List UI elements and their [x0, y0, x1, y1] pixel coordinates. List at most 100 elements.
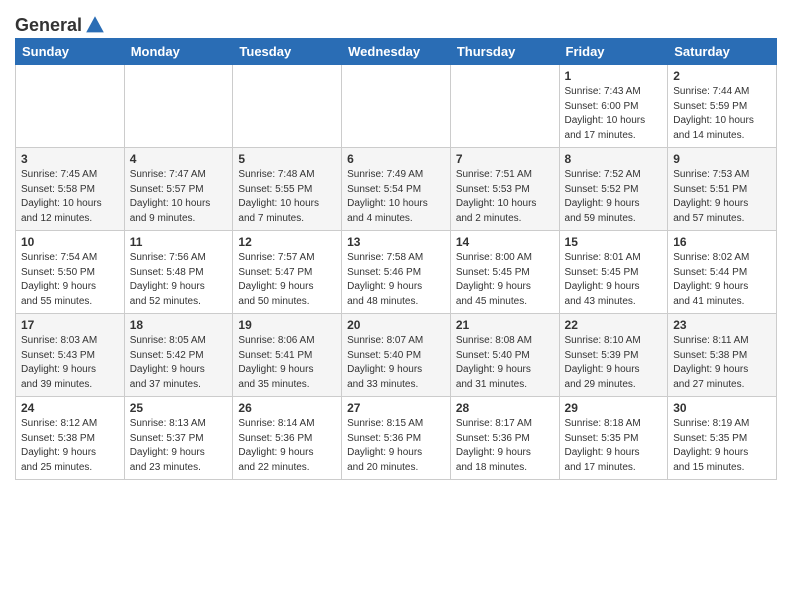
calendar-header-saturday: Saturday: [668, 39, 777, 65]
logo: General: [15, 14, 106, 32]
day-number: 24: [21, 401, 119, 415]
day-info: Sunrise: 7:44 AM Sunset: 5:59 PM Dayligh…: [673, 85, 771, 143]
day-info: Sunrise: 8:02 AM Sunset: 5:44 PM Dayligh…: [673, 251, 771, 309]
day-info: Sunrise: 7:51 AM Sunset: 5:53 PM Dayligh…: [456, 168, 554, 226]
header: General: [15, 10, 777, 32]
calendar-week-row: 17 Sunrise: 8:03 AM Sunset: 5:43 PM Dayli…: [16, 314, 777, 397]
calendar-cell: [233, 65, 342, 148]
day-number: 25: [130, 401, 228, 415]
day-number: 1: [565, 69, 663, 83]
day-number: 26: [238, 401, 336, 415]
calendar-cell: 24Sunrise: 8:12 AM Sunset: 5:38 PM Dayli…: [16, 397, 125, 480]
day-info: Sunrise: 8:18 AM Sunset: 5:35 PM Dayligh…: [565, 417, 663, 475]
day-info: Sunrise: 8:10 AM Sunset: 5:39 PM Dayligh…: [565, 334, 663, 392]
day-info: Sunrise: 8:19 AM Sunset: 5:35 PM Dayligh…: [673, 417, 771, 475]
calendar-header-sunday: Sunday: [16, 39, 125, 65]
day-info: Sunrise: 8:01 AM Sunset: 5:45 PM Dayligh…: [565, 251, 663, 309]
calendar-cell: 15 Sunrise: 8:01 AM Sunset: 5:45 PM Dayli…: [559, 231, 668, 314]
calendar-cell: 30 Sunrise: 8:19 AM Sunset: 5:35 PM Dayli…: [668, 397, 777, 480]
day-info: Sunrise: 8:03 AM Sunset: 5:43 PM Dayligh…: [21, 334, 119, 392]
calendar-header-thursday: Thursday: [450, 39, 559, 65]
calendar-header-friday: Friday: [559, 39, 668, 65]
calendar-cell: 6 Sunrise: 7:49 AM Sunset: 5:54 PM Daylig…: [342, 148, 451, 231]
calendar-cell: 20 Sunrise: 8:07 AM Sunset: 5:40 PM Dayli…: [342, 314, 451, 397]
day-info: Sunrise: 7:54 AM Sunset: 5:50 PM Dayligh…: [21, 251, 119, 309]
day-info: Sunrise: 8:07 AM Sunset: 5:40 PM Dayligh…: [347, 334, 445, 392]
day-number: 12: [238, 235, 336, 249]
logo-icon: [84, 14, 106, 36]
day-number: 9: [673, 152, 771, 166]
day-info: Sunrise: 8:08 AM Sunset: 5:40 PM Dayligh…: [456, 334, 554, 392]
day-info: Sunrise: 7:45 AM Sunset: 5:58 PM Dayligh…: [21, 168, 119, 226]
day-info: Sunrise: 7:56 AM Sunset: 5:48 PM Dayligh…: [130, 251, 228, 309]
day-info: Sunrise: 7:47 AM Sunset: 5:57 PM Dayligh…: [130, 168, 228, 226]
day-number: 8: [565, 152, 663, 166]
calendar-cell: 3 Sunrise: 7:45 AM Sunset: 5:58 PM Daylig…: [16, 148, 125, 231]
calendar-cell: 8 Sunrise: 7:52 AM Sunset: 5:52 PM Daylig…: [559, 148, 668, 231]
day-number: 23: [673, 318, 771, 332]
logo-general-text: General: [15, 15, 82, 36]
calendar-cell: 14Sunrise: 8:00 AM Sunset: 5:45 PM Dayli…: [450, 231, 559, 314]
day-number: 10: [21, 235, 119, 249]
day-info: Sunrise: 8:15 AM Sunset: 5:36 PM Dayligh…: [347, 417, 445, 475]
calendar-cell: 23 Sunrise: 8:11 AM Sunset: 5:38 PM Dayli…: [668, 314, 777, 397]
calendar-week-row: 1 Sunrise: 7:43 AM Sunset: 6:00 PM Daylig…: [16, 65, 777, 148]
day-info: Sunrise: 7:58 AM Sunset: 5:46 PM Dayligh…: [347, 251, 445, 309]
calendar-header-tuesday: Tuesday: [233, 39, 342, 65]
calendar-cell: 16 Sunrise: 8:02 AM Sunset: 5:44 PM Dayli…: [668, 231, 777, 314]
calendar-header-row: SundayMondayTuesdayWednesdayThursdayFrid…: [16, 39, 777, 65]
day-number: 30: [673, 401, 771, 415]
day-number: 16: [673, 235, 771, 249]
day-info: Sunrise: 8:06 AM Sunset: 5:41 PM Dayligh…: [238, 334, 336, 392]
calendar-cell: 22 Sunrise: 8:10 AM Sunset: 5:39 PM Dayli…: [559, 314, 668, 397]
calendar-cell: 9 Sunrise: 7:53 AM Sunset: 5:51 PM Daylig…: [668, 148, 777, 231]
day-info: Sunrise: 7:53 AM Sunset: 5:51 PM Dayligh…: [673, 168, 771, 226]
day-info: Sunrise: 7:43 AM Sunset: 6:00 PM Dayligh…: [565, 85, 663, 143]
calendar-week-row: 24Sunrise: 8:12 AM Sunset: 5:38 PM Dayli…: [16, 397, 777, 480]
calendar-header-monday: Monday: [124, 39, 233, 65]
calendar-week-row: 3 Sunrise: 7:45 AM Sunset: 5:58 PM Daylig…: [16, 148, 777, 231]
calendar-cell: 21Sunrise: 8:08 AM Sunset: 5:40 PM Dayli…: [450, 314, 559, 397]
day-info: Sunrise: 7:52 AM Sunset: 5:52 PM Dayligh…: [565, 168, 663, 226]
calendar-header-wednesday: Wednesday: [342, 39, 451, 65]
day-number: 22: [565, 318, 663, 332]
day-number: 13: [347, 235, 445, 249]
day-info: Sunrise: 7:49 AM Sunset: 5:54 PM Dayligh…: [347, 168, 445, 226]
calendar-cell: [124, 65, 233, 148]
day-number: 20: [347, 318, 445, 332]
day-number: 28: [456, 401, 554, 415]
calendar-cell: [16, 65, 125, 148]
day-number: 15: [565, 235, 663, 249]
calendar-cell: 10 Sunrise: 7:54 AM Sunset: 5:50 PM Dayli…: [16, 231, 125, 314]
calendar-cell: 19 Sunrise: 8:06 AM Sunset: 5:41 PM Dayli…: [233, 314, 342, 397]
calendar-cell: 4Sunrise: 7:47 AM Sunset: 5:57 PM Daylig…: [124, 148, 233, 231]
calendar-cell: 17 Sunrise: 8:03 AM Sunset: 5:43 PM Dayli…: [16, 314, 125, 397]
day-info: Sunrise: 8:11 AM Sunset: 5:38 PM Dayligh…: [673, 334, 771, 392]
calendar-week-row: 10 Sunrise: 7:54 AM Sunset: 5:50 PM Dayli…: [16, 231, 777, 314]
day-number: 17: [21, 318, 119, 332]
day-number: 2: [673, 69, 771, 83]
calendar-cell: 5Sunrise: 7:48 AM Sunset: 5:55 PM Daylig…: [233, 148, 342, 231]
day-info: Sunrise: 8:17 AM Sunset: 5:36 PM Dayligh…: [456, 417, 554, 475]
calendar-cell: 18Sunrise: 8:05 AM Sunset: 5:42 PM Dayli…: [124, 314, 233, 397]
day-number: 11: [130, 235, 228, 249]
calendar-table: SundayMondayTuesdayWednesdayThursdayFrid…: [15, 38, 777, 480]
day-number: 29: [565, 401, 663, 415]
calendar-cell: 26 Sunrise: 8:14 AM Sunset: 5:36 PM Dayli…: [233, 397, 342, 480]
day-info: Sunrise: 8:00 AM Sunset: 5:45 PM Dayligh…: [456, 251, 554, 309]
day-info: Sunrise: 8:14 AM Sunset: 5:36 PM Dayligh…: [238, 417, 336, 475]
calendar-cell: [450, 65, 559, 148]
day-number: 27: [347, 401, 445, 415]
day-number: 19: [238, 318, 336, 332]
day-number: 6: [347, 152, 445, 166]
day-info: Sunrise: 8:13 AM Sunset: 5:37 PM Dayligh…: [130, 417, 228, 475]
calendar-cell: 1 Sunrise: 7:43 AM Sunset: 6:00 PM Daylig…: [559, 65, 668, 148]
page: General SundayMondayTuesdayWednesdayThur…: [0, 0, 792, 490]
calendar-cell: 27 Sunrise: 8:15 AM Sunset: 5:36 PM Dayli…: [342, 397, 451, 480]
calendar-cell: 12 Sunrise: 7:57 AM Sunset: 5:47 PM Dayli…: [233, 231, 342, 314]
day-number: 5: [238, 152, 336, 166]
day-info: Sunrise: 7:57 AM Sunset: 5:47 PM Dayligh…: [238, 251, 336, 309]
calendar-cell: 11 Sunrise: 7:56 AM Sunset: 5:48 PM Dayli…: [124, 231, 233, 314]
day-number: 3: [21, 152, 119, 166]
day-number: 18: [130, 318, 228, 332]
